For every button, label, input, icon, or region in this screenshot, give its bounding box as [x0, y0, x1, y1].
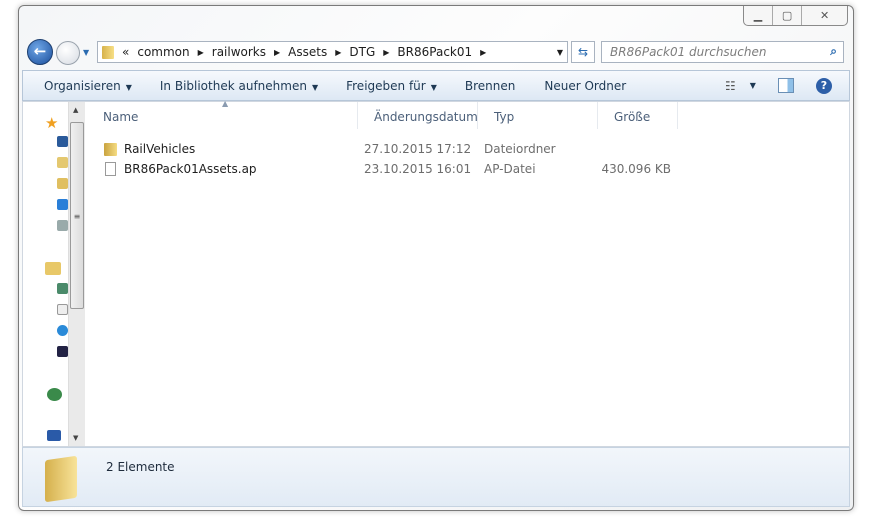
file-icon	[105, 162, 116, 176]
file-row[interactable]: RailVehicles 27.10.2015 17:12 Dateiordne…	[87, 139, 849, 159]
breadcrumb-arrow-icon[interactable]: ▶	[480, 48, 486, 57]
scrollbar-thumb[interactable]: ≡	[70, 122, 84, 309]
scroll-down-icon[interactable]: ▼	[73, 434, 78, 442]
videos-icon[interactable]	[57, 346, 68, 357]
breadcrumb-assets[interactable]: Assets	[288, 45, 327, 59]
breadcrumb-br86pack01[interactable]: BR86Pack01	[397, 45, 472, 59]
file-type: AP-Datei	[484, 162, 536, 176]
breadcrumb-arrow-icon[interactable]: ▶	[274, 48, 280, 57]
file-name: RailVehicles	[124, 142, 196, 156]
folder-icon	[102, 45, 114, 59]
content-area: ★ ▲ ≡ ▼ Name ▲ Änderungsdatum Typ Größe R…	[22, 99, 850, 447]
close-button[interactable]: ✕	[802, 6, 847, 25]
desktop-icon[interactable]	[57, 136, 68, 147]
column-name[interactable]: Name ▲	[87, 99, 358, 129]
search-placeholder: BR86Pack01 durchsuchen	[610, 45, 767, 59]
organize-button[interactable]: Organisieren ▼	[44, 79, 132, 93]
address-dropdown-icon[interactable]: ▼	[557, 48, 563, 57]
share-label: Freigeben für	[346, 78, 426, 93]
breadcrumb-arrow-icon[interactable]: ▶	[335, 48, 341, 57]
help-icon[interactable]: ?	[816, 77, 832, 94]
recent-places-icon[interactable]	[57, 220, 68, 231]
file-size: 430.096 KB	[601, 162, 671, 176]
network-icon[interactable]	[47, 388, 62, 401]
recent-pages-dropdown[interactable]: ▼	[83, 48, 89, 57]
details-view-icon: ☷	[725, 78, 736, 93]
music-icon[interactable]	[57, 325, 68, 336]
address-bar[interactable]: « common ▶ railworks ▶ Assets ▶ DTG ▶ BR86Pa…	[97, 41, 568, 63]
command-bar: Organisieren ▼ In Bibliothek aufnehmen ▼ F…	[22, 70, 850, 101]
downloads-icon[interactable]	[57, 178, 68, 189]
favorites-star-icon[interactable]: ★	[45, 116, 58, 131]
breadcrumb-arrow-icon[interactable]: ▶	[383, 48, 389, 57]
column-name-label: Name	[103, 110, 139, 124]
refresh-button[interactable]: ⇆	[571, 41, 595, 63]
item-count: 2 Elemente	[106, 460, 175, 474]
breadcrumb-overflow[interactable]: «	[122, 45, 129, 59]
file-row[interactable]: BR86Pack01Assets.ap 23.10.2015 16:01 AP-…	[87, 159, 849, 179]
explorer-window: ▁ ▢ ✕ ← ▼ « common ▶ railworks ▶ Assets ▶ D…	[18, 5, 854, 511]
pictures-icon[interactable]	[57, 283, 68, 294]
breadcrumb-railworks[interactable]: railworks	[212, 45, 266, 59]
organize-label: Organisieren	[44, 78, 121, 93]
breadcrumb-arrow-icon[interactable]: ▶	[198, 48, 204, 57]
search-input[interactable]: BR86Pack01 durchsuchen ⌕	[601, 41, 844, 63]
file-type: Dateiordner	[484, 142, 556, 156]
forward-button[interactable]	[56, 41, 80, 65]
column-date[interactable]: Änderungsdatum	[358, 102, 478, 129]
breadcrumb-common[interactable]: common	[137, 45, 189, 59]
libraries-icon[interactable]	[57, 157, 68, 168]
maximize-button[interactable]: ▢	[773, 6, 803, 25]
dropbox-icon[interactable]	[57, 199, 68, 210]
details-pane: 2 Elemente	[22, 447, 850, 507]
file-name: BR86Pack01Assets.ap	[124, 162, 257, 176]
library-label: In Bibliothek aufnehmen	[159, 78, 307, 93]
column-size[interactable]: Größe	[598, 102, 678, 129]
share-button[interactable]: Freigeben für ▼	[346, 79, 437, 93]
preview-pane-button[interactable]	[778, 78, 794, 93]
sort-ascending-icon: ▲	[222, 99, 229, 108]
back-button[interactable]: ←	[27, 39, 53, 65]
search-icon[interactable]: ⌕	[830, 44, 837, 59]
breadcrumb-dtg[interactable]: DTG	[349, 45, 375, 59]
new-folder-button[interactable]: Neuer Ordner	[544, 79, 626, 93]
computer-icon[interactable]	[47, 430, 61, 441]
library-folder-icon[interactable]	[45, 262, 61, 275]
library-button[interactable]: In Bibliothek aufnehmen ▼	[160, 79, 318, 93]
folder-icon	[104, 142, 117, 156]
column-header: Name ▲ Änderungsdatum Typ Größe	[87, 99, 849, 129]
scroll-up-icon[interactable]: ▲	[73, 106, 78, 114]
documents-icon[interactable]	[57, 304, 68, 315]
burn-button[interactable]: Brennen	[465, 79, 515, 93]
column-type[interactable]: Typ	[478, 102, 598, 129]
navigation-pane: ★ ▲ ≡ ▼	[23, 102, 85, 446]
file-date: 23.10.2015 16:01	[364, 162, 472, 176]
view-options-button[interactable]: ☷ ▼	[725, 79, 756, 93]
folder-large-icon	[45, 455, 77, 503]
minimize-button[interactable]: ▁	[744, 6, 774, 25]
caption-buttons: ▁ ▢ ✕	[743, 6, 848, 26]
nav-scrollbar[interactable]: ▲ ≡ ▼	[68, 102, 85, 446]
file-date: 27.10.2015 17:12	[364, 142, 472, 156]
